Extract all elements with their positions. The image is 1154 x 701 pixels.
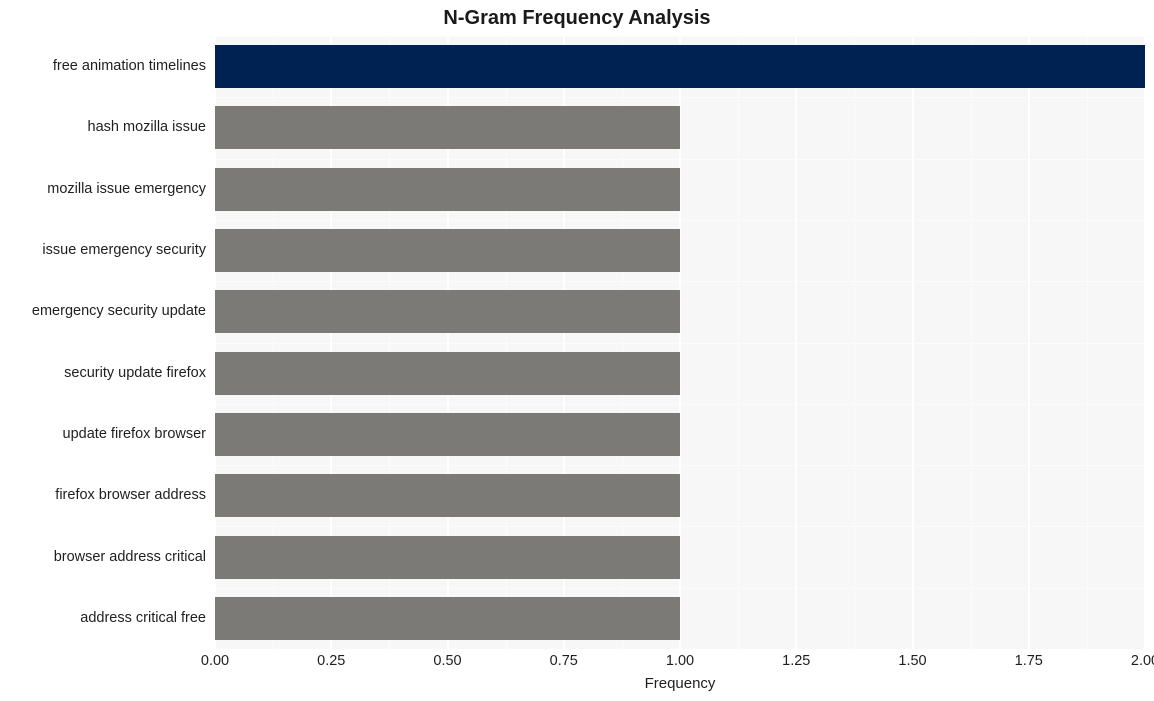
x-axis-tick-label: 0.25 — [317, 653, 346, 669]
y-axis-tick-label: address critical free — [80, 609, 206, 626]
x-axis-tick-labels: 0.00 0.25 0.50 0.75 1.00 1.25 1.50 1.75 2.00 — [201, 652, 1154, 674]
y-gridline — [215, 97, 1145, 98]
bar — [215, 106, 680, 150]
x-axis-tick-label: 1.50 — [898, 653, 927, 669]
y-axis-tick-labels: free animation timelines hash mozilla iss… — [0, 36, 206, 649]
y-gridline — [215, 588, 1145, 589]
bar — [215, 535, 680, 579]
y-gridline — [215, 36, 1145, 37]
x-axis-tick-label: 0.75 — [549, 653, 578, 669]
bar — [215, 45, 1145, 89]
bar — [215, 596, 680, 640]
bar — [215, 412, 680, 456]
x-axis-tick-label: 2.00 — [1130, 653, 1154, 669]
y-axis-tick-label: issue emergency security — [42, 242, 206, 259]
bar — [215, 351, 680, 395]
y-gridline — [215, 526, 1145, 527]
y-gridline — [215, 220, 1145, 221]
chart-title: N-Gram Frequency Analysis — [443, 7, 711, 29]
x-axis-tick-label: 0.00 — [200, 653, 230, 669]
y-gridline — [215, 404, 1145, 405]
chart-figure: N-Gram Frequency Analysis free animation… — [0, 0, 1154, 701]
y-gridline — [215, 343, 1145, 344]
x-axis-tick-label: 1.25 — [782, 653, 811, 669]
y-axis-tick-label: firefox browser address — [55, 487, 206, 504]
y-axis-tick-label: security update firefox — [64, 364, 206, 381]
y-axis-tick-label: hash mozilla issue — [87, 119, 206, 136]
bar — [215, 229, 680, 273]
bar — [215, 290, 680, 334]
y-gridline — [215, 465, 1145, 466]
y-gridline — [215, 159, 1145, 160]
x-axis-tick-label: 0.50 — [433, 653, 462, 669]
x-axis-label: Frequency — [644, 675, 716, 692]
bar — [215, 474, 680, 518]
y-axis-tick-label: emergency security update — [31, 303, 206, 320]
y-axis-tick-label: browser address critical — [53, 548, 206, 565]
x-axis-tick-label: 1.75 — [1014, 653, 1043, 669]
plot-area — [215, 36, 1145, 649]
x-axis-tick-label: 1.00 — [665, 653, 695, 669]
y-axis-tick-label: free animation timelines — [52, 58, 206, 75]
y-gridline — [215, 281, 1145, 282]
bar — [215, 167, 680, 211]
y-axis-tick-label: update firefox browser — [62, 425, 206, 442]
y-axis-tick-label: mozilla issue emergency — [47, 180, 206, 197]
